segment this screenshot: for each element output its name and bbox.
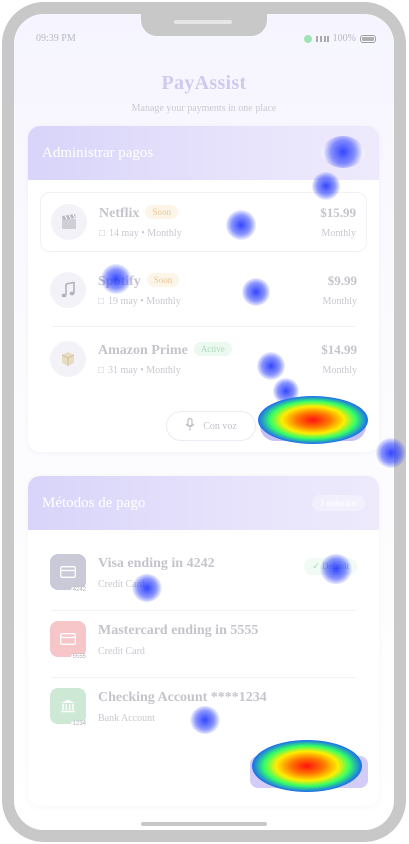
card-digits: 1234 <box>70 721 88 727</box>
method-type: Bank Account <box>98 713 155 724</box>
payment-period: Monthly <box>321 228 356 239</box>
home-indicator <box>141 822 267 826</box>
payment-item-netflix[interactable]: Netflix Soon □ 14 may • Monthly $15.99 Mon… <box>40 192 367 252</box>
clapperboard-icon <box>51 204 87 240</box>
package-icon <box>50 341 86 377</box>
methods-title: Métodos de pago <box>42 494 146 511</box>
methods-header: Métodos de pago 3 métodos <box>28 476 379 530</box>
add-method-label: Agregar método <box>282 766 348 778</box>
payment-date: □ 19 may • Monthly <box>98 296 181 307</box>
microphone-icon <box>185 417 195 434</box>
plus-icon: + <box>279 420 286 432</box>
payment-price: $14.99 <box>321 342 357 357</box>
status-right: 100% <box>303 33 376 44</box>
methods-count-badge: 3 métodos <box>311 495 365 511</box>
card-digits: 4242 <box>70 587 88 593</box>
credit-card-icon: 4242 <box>50 554 88 593</box>
battery-icon <box>360 34 376 43</box>
method-item-mastercard[interactable]: 5555 Mastercard ending in 5555 Credit Ca… <box>40 611 367 671</box>
speaker <box>174 20 232 24</box>
voice-button-label: Con voz <box>203 420 237 432</box>
method-name: Mastercard ending in 5555 <box>98 623 259 638</box>
payment-date: □ 31 may • Monthly <box>98 365 181 376</box>
app-subtitle: Manage your payments in one place <box>131 103 277 114</box>
calendar-icon: □ <box>98 296 105 307</box>
payment-price: $15.99 <box>320 205 356 220</box>
add-payment-label: Agregar pago <box>291 420 347 432</box>
payment-name: Netflix Soon <box>99 205 178 222</box>
music-note-icon <box>50 272 86 308</box>
payment-period: Monthly <box>322 296 357 307</box>
voice-button[interactable]: Con voz <box>166 411 256 441</box>
status-time: 09:39 PM <box>36 33 76 44</box>
method-item-visa[interactable]: 4242 Visa ending in 4242 Credit Card ✓ D… <box>40 544 367 604</box>
payment-item-amazon-prime[interactable]: Amazon Prime Active □ 31 may • Monthly $14… <box>40 330 367 390</box>
method-name: Checking Account ****1234 <box>98 690 267 705</box>
payments-header: Administrar pagos 3 pagos <box>28 126 379 180</box>
status-tag: Active <box>193 342 232 356</box>
add-method-button[interactable]: + Agregar método <box>250 756 368 788</box>
add-payment-button[interactable]: + Agregar pago <box>260 411 366 441</box>
payment-price: $9.99 <box>327 273 357 288</box>
method-name: Visa ending in 4242 <box>98 556 215 571</box>
status-tag: Soon <box>146 273 180 287</box>
plus-icon: + <box>270 766 277 778</box>
bank-icon: 1234 <box>50 688 88 727</box>
battery-percentage: 100% <box>332 33 356 44</box>
method-type: Credit Card <box>98 579 145 590</box>
card-digits: 5555 <box>70 654 88 660</box>
calendar-icon: □ <box>99 228 106 239</box>
phone-frame: 09:39 PM 100% PayAssist Manage your paym… <box>2 2 406 842</box>
methods-card: Métodos de pago 3 métodos 4242 Visa endi… <box>28 476 379 806</box>
method-type: Credit Card <box>98 646 145 657</box>
signal-icon <box>315 35 329 42</box>
payment-item-spotify[interactable]: Spotify Soon □ 19 may • Monthly $9.99 Mont… <box>40 261 367 321</box>
default-badge: ✓ Default <box>304 558 357 575</box>
payment-date: □ 14 may • Monthly <box>99 228 182 239</box>
status-bar: 09:39 PM 100% <box>36 32 376 48</box>
payments-card: Administrar pagos 3 pagos Netflix Soon □ 1… <box>28 126 379 452</box>
payment-name: Amazon Prime Active <box>98 342 232 359</box>
status-tag: Soon <box>145 205 178 219</box>
check-icon: ✓ <box>312 561 320 571</box>
payment-period: Monthly <box>322 365 357 376</box>
divider <box>52 326 355 327</box>
notch <box>141 14 267 36</box>
payments-count-badge: 3 pagos <box>321 145 365 161</box>
camera-indicator-icon <box>303 34 312 43</box>
method-item-checking[interactable]: 1234 Checking Account ****1234 Bank Acco… <box>40 678 367 738</box>
calendar-icon: □ <box>98 365 105 376</box>
payment-name: Spotify Soon <box>98 273 180 290</box>
credit-card-icon: 5555 <box>50 621 88 660</box>
app-title: PayAssist <box>161 72 247 94</box>
payments-title: Administrar pagos <box>42 144 154 161</box>
